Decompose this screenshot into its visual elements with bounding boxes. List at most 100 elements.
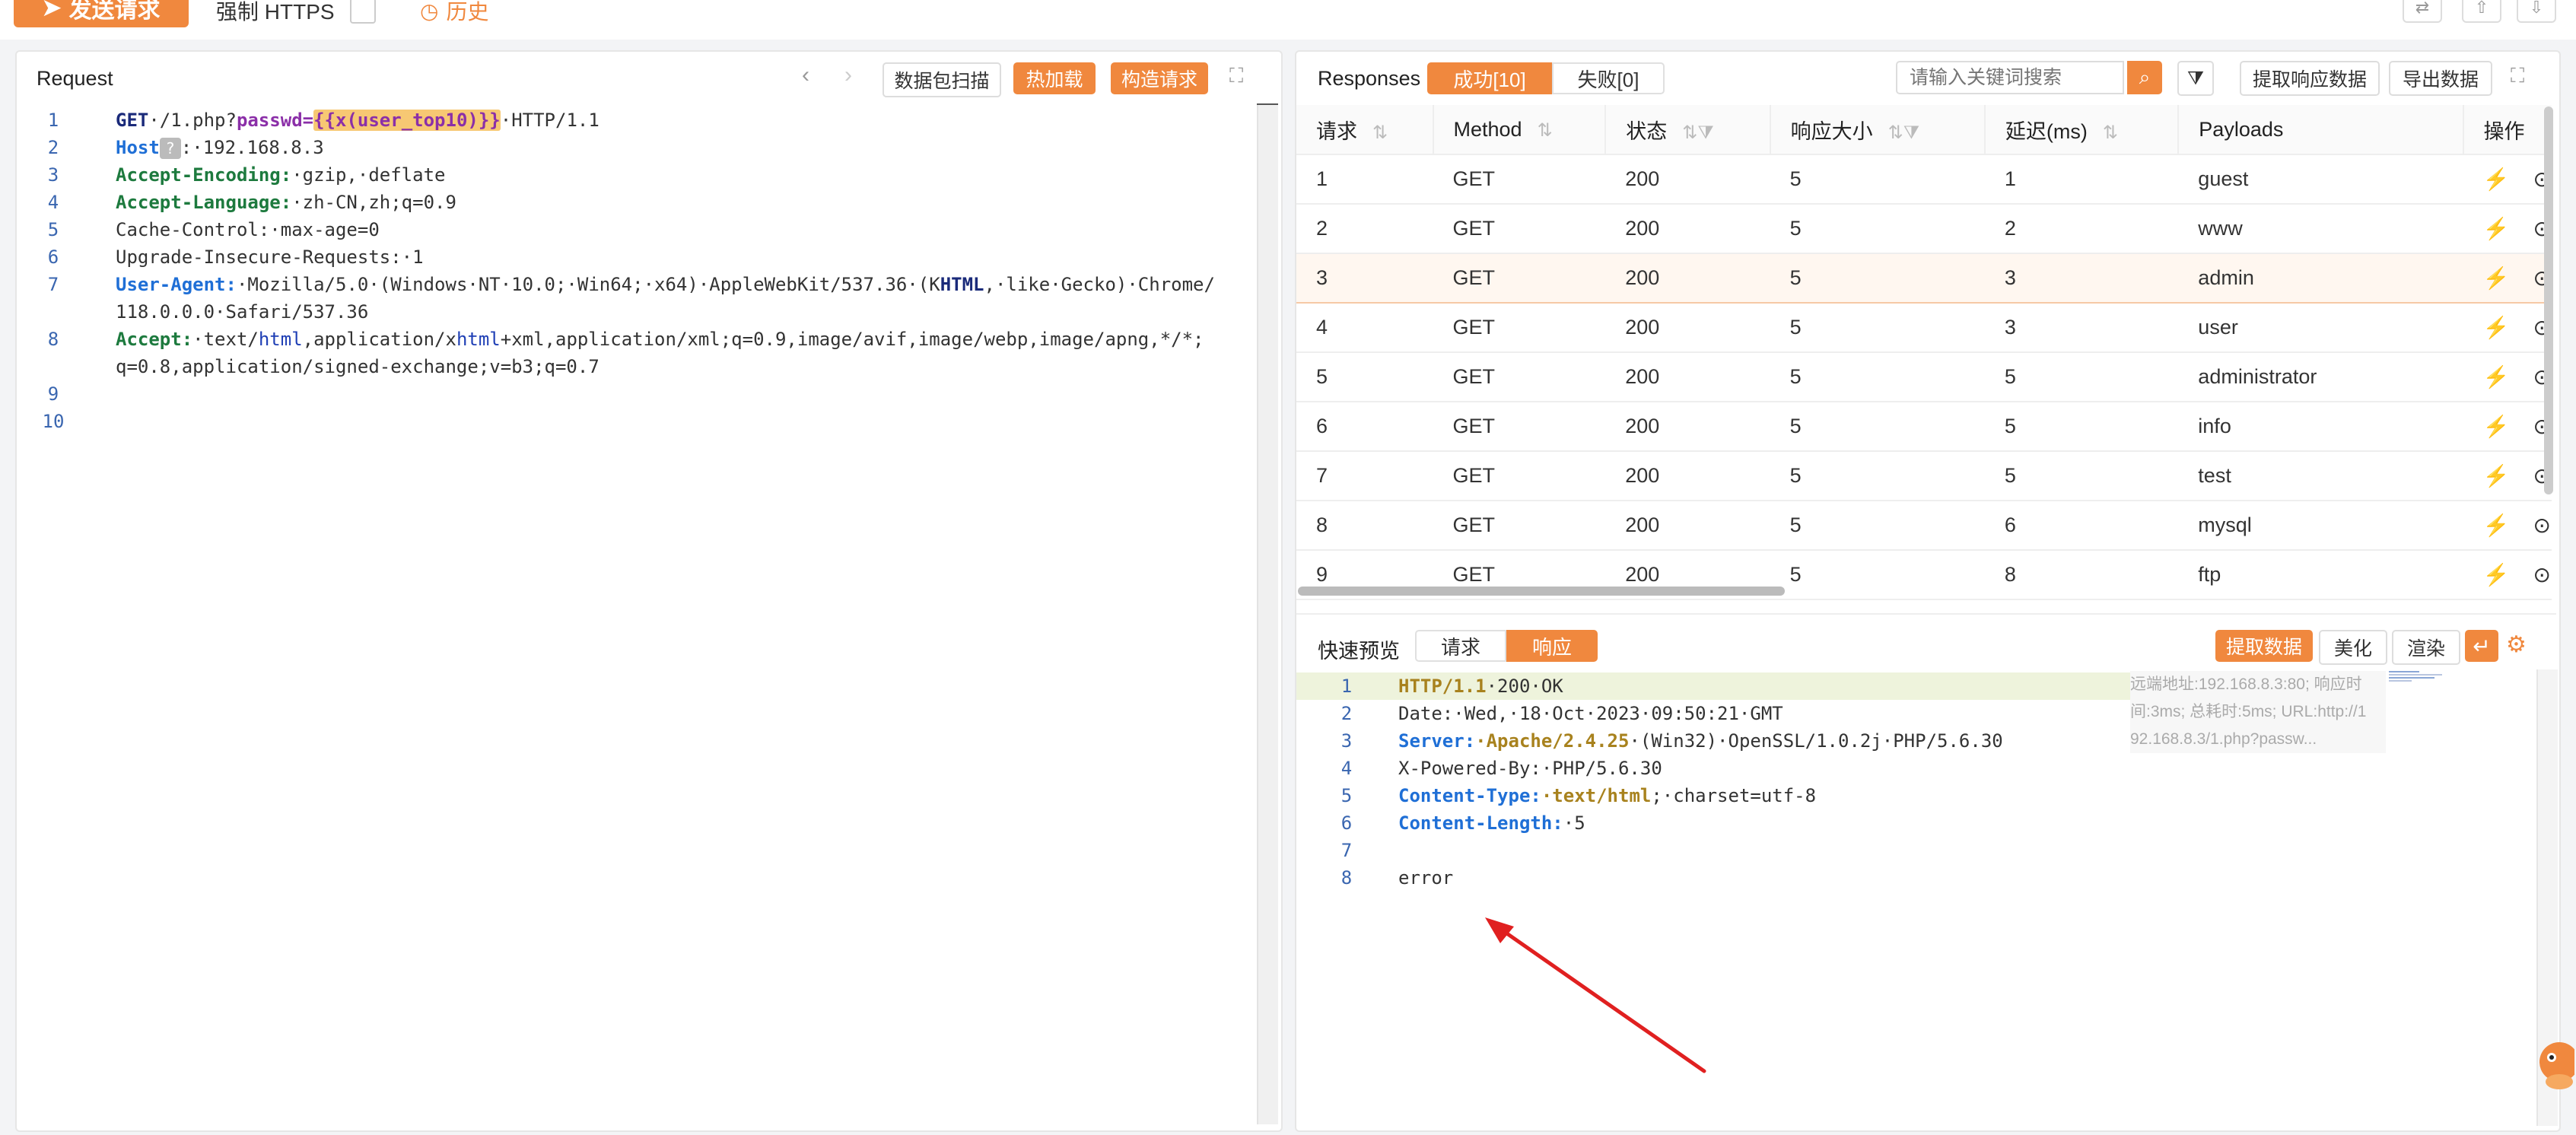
payload-marker: {{x(user_top10)}} [313, 110, 501, 131]
forward-arrow-icon[interactable]: › [844, 62, 852, 88]
line-number: 8 [1340, 867, 1353, 889]
beautify-button[interactable]: 美化 [2319, 630, 2387, 665]
wrap-icon[interactable]: ↵ [2465, 630, 2498, 662]
line-number: 3 [47, 164, 59, 186]
fullscreen-icon[interactable]: ⛶ [2511, 64, 2524, 88]
col-status[interactable]: 状态 ⇅⧩ [1605, 105, 1771, 155]
response-meta-info: 远端地址:192.168.8.3:80; 响应时 间:3ms; 总耗时:5ms;… [2130, 671, 2386, 753]
table-row[interactable]: 5 GET 200 5 5 administrator ⚡ ⊙ [1296, 352, 2552, 402]
line-number: 5 [1340, 785, 1353, 806]
send-request-button[interactable]: ➤ 发送请求 [14, 0, 189, 27]
code-line-user-agent-wrap: 118.0.0.0·Safari/537.36 [116, 301, 369, 323]
lightning-icon[interactable]: ⚡ [2483, 316, 2510, 339]
filter-icon[interactable]: ⧩ [2177, 61, 2214, 96]
tab-preview-request[interactable]: 请求 [1415, 630, 1506, 662]
table-row[interactable]: 6 GET 200 5 5 info ⚡ ⊙ [1296, 402, 2552, 452]
arrow-circle-icon[interactable]: ⊙ [2533, 513, 2551, 537]
keyword-search-input[interactable] [1896, 61, 2124, 94]
col-actions: 操作 [2463, 105, 2552, 155]
resp-line-body: error [1398, 867, 1454, 889]
top-toolbar: ➤ 发送请求 强制 HTTPS ◷ 历史 ⇄ ⇧ ⇩ [0, 0, 2576, 40]
lightning-icon[interactable]: ⚡ [2483, 464, 2510, 488]
mascot-icon[interactable] [2529, 1035, 2574, 1095]
code-line-host: Host?:·192.168.8.3 [116, 137, 324, 159]
tab-success[interactable]: 成功[10] [1427, 62, 1552, 94]
col-delay[interactable]: 延迟(ms) ⇅ [1984, 105, 2180, 155]
table-header-row: 请求 ⇅ Method ⇅ 状态 ⇅⧩ 响应大小 ⇅⧩ 延迟(ms) ⇅ Payloads… [1296, 105, 2552, 155]
table-row[interactable]: 1 GET 200 5 1 guest ⚡ ⊙ [1296, 154, 2552, 205]
force-https-label: 强制 HTTPS [216, 0, 335, 24]
line-number: 6 [47, 246, 59, 268]
line-number: 7 [47, 274, 59, 295]
force-https-checkbox[interactable] [349, 0, 376, 24]
back-arrow-icon[interactable]: ‹ [802, 62, 809, 88]
code-line-encoding: Accept-Encoding:·gzip,·deflate [116, 164, 446, 186]
lightning-icon[interactable]: ⚡ [2483, 513, 2510, 537]
table-row-selected[interactable]: 3 GET 200 5 3 admin ⚡ ⊙ [1296, 253, 2552, 304]
editor-scrollbar[interactable] [1257, 105, 1278, 1124]
line-number: 1 [1340, 676, 1353, 697]
upload-icon[interactable]: ⇧ [2462, 0, 2501, 23]
request-title: Request [37, 67, 113, 90]
hot-reload-button[interactable]: 热加载 [1013, 62, 1096, 94]
code-line-user-agent: User-Agent:·Mozilla/5.0·(Windows·NT·10.0… [116, 274, 1215, 295]
col-payloads[interactable]: Payloads [2178, 105, 2464, 155]
annotation-arrow [1485, 917, 1706, 1073]
divider [1296, 613, 2556, 615]
line-number: 6 [1340, 812, 1353, 834]
force-https-toggle[interactable]: 强制 HTTPS [216, 0, 376, 26]
tab-fail[interactable]: 失败[0] [1552, 62, 1665, 94]
sort-filter-icon: ⇅⧩ [1682, 122, 1714, 143]
extract-data-button[interactable]: 提取数据 [2215, 630, 2313, 662]
send-icon: ➤ [42, 0, 62, 21]
render-button[interactable]: 渲染 [2392, 630, 2460, 665]
build-request-button[interactable]: 构造请求 [1111, 62, 1208, 94]
resp-line-status: HTTP/1.1·200·OK [1398, 676, 1563, 697]
table-row[interactable]: 8 GET 200 5 6 mysql ⚡ ⊙ [1296, 501, 2552, 551]
share-icon[interactable]: ⇄ [2403, 0, 2442, 23]
code-line-accept: Accept:·text/html,application/xhtml+xml,… [116, 329, 1204, 350]
search-icon[interactable]: ⌕ [2127, 61, 2162, 94]
sort-filter-icon: ⇅⧩ [1887, 122, 1920, 143]
table-row[interactable]: 2 GET 200 5 2 www ⚡ ⊙ [1296, 204, 2552, 254]
lightning-icon[interactable]: ⚡ [2483, 415, 2510, 438]
lightning-icon[interactable]: ⚡ [2483, 217, 2510, 240]
table-vertical-scrollbar[interactable] [2544, 107, 2553, 494]
arrow-circle-icon[interactable]: ⊙ [2533, 563, 2551, 587]
line-number: 7 [1340, 840, 1353, 861]
history-button[interactable]: ◷ 历史 [420, 0, 488, 26]
resp-line-content-type: Content-Type:·text/html;·charset=utf-8 [1398, 785, 1817, 806]
responses-title: Responses [1318, 67, 1421, 90]
col-request[interactable]: 请求 ⇅ [1296, 105, 1434, 155]
table-row[interactable]: 4 GET 200 5 3 user ⚡ ⊙ [1296, 303, 2552, 353]
line-number: 2 [47, 137, 59, 158]
line-number: 4 [1340, 758, 1353, 779]
table-row[interactable]: 7 GET 200 5 5 test ⚡ ⊙ [1296, 451, 2552, 501]
download-icon[interactable]: ⇩ [2517, 0, 2556, 23]
sort-icon: ⇅ [2102, 122, 2118, 143]
lightning-icon[interactable]: ⚡ [2483, 365, 2510, 389]
packet-scan-button[interactable]: 数据包扫描 [883, 62, 1001, 97]
line-number: 10 [42, 411, 65, 432]
table-horizontal-scrollbar[interactable] [1298, 587, 1785, 596]
line-number: 9 [47, 383, 59, 405]
line-number: 2 [1340, 703, 1353, 724]
col-size[interactable]: 响应大小 ⇅⧩ [1770, 105, 1986, 155]
sort-icon: ⇅ [1537, 119, 1553, 141]
col-method[interactable]: Method ⇅ [1433, 105, 1607, 155]
resp-line-powered: X-Powered-By:·PHP/5.6.30 [1398, 758, 1662, 779]
export-data-button[interactable]: 导出数据 [2389, 61, 2492, 96]
resp-line-content-length: Content-Length:·5 [1398, 812, 1585, 834]
line-number: 8 [47, 329, 59, 350]
extract-response-button[interactable]: 提取响应数据 [2240, 61, 2380, 96]
tab-preview-response[interactable]: 响应 [1506, 630, 1598, 662]
sort-icon: ⇅ [1372, 122, 1388, 143]
quick-preview-title: 快速预览 [1318, 640, 1400, 663]
gear-icon[interactable]: ⚙ [2506, 631, 2527, 658]
lightning-icon[interactable]: ⚡ [2483, 266, 2510, 290]
code-minimap[interactable] [2389, 669, 2526, 685]
fullscreen-icon[interactable]: ⛶ [1229, 64, 1243, 88]
line-number: 3 [1340, 730, 1353, 752]
lightning-icon[interactable]: ⚡ [2483, 167, 2510, 191]
lightning-icon[interactable]: ⚡ [2483, 563, 2510, 587]
